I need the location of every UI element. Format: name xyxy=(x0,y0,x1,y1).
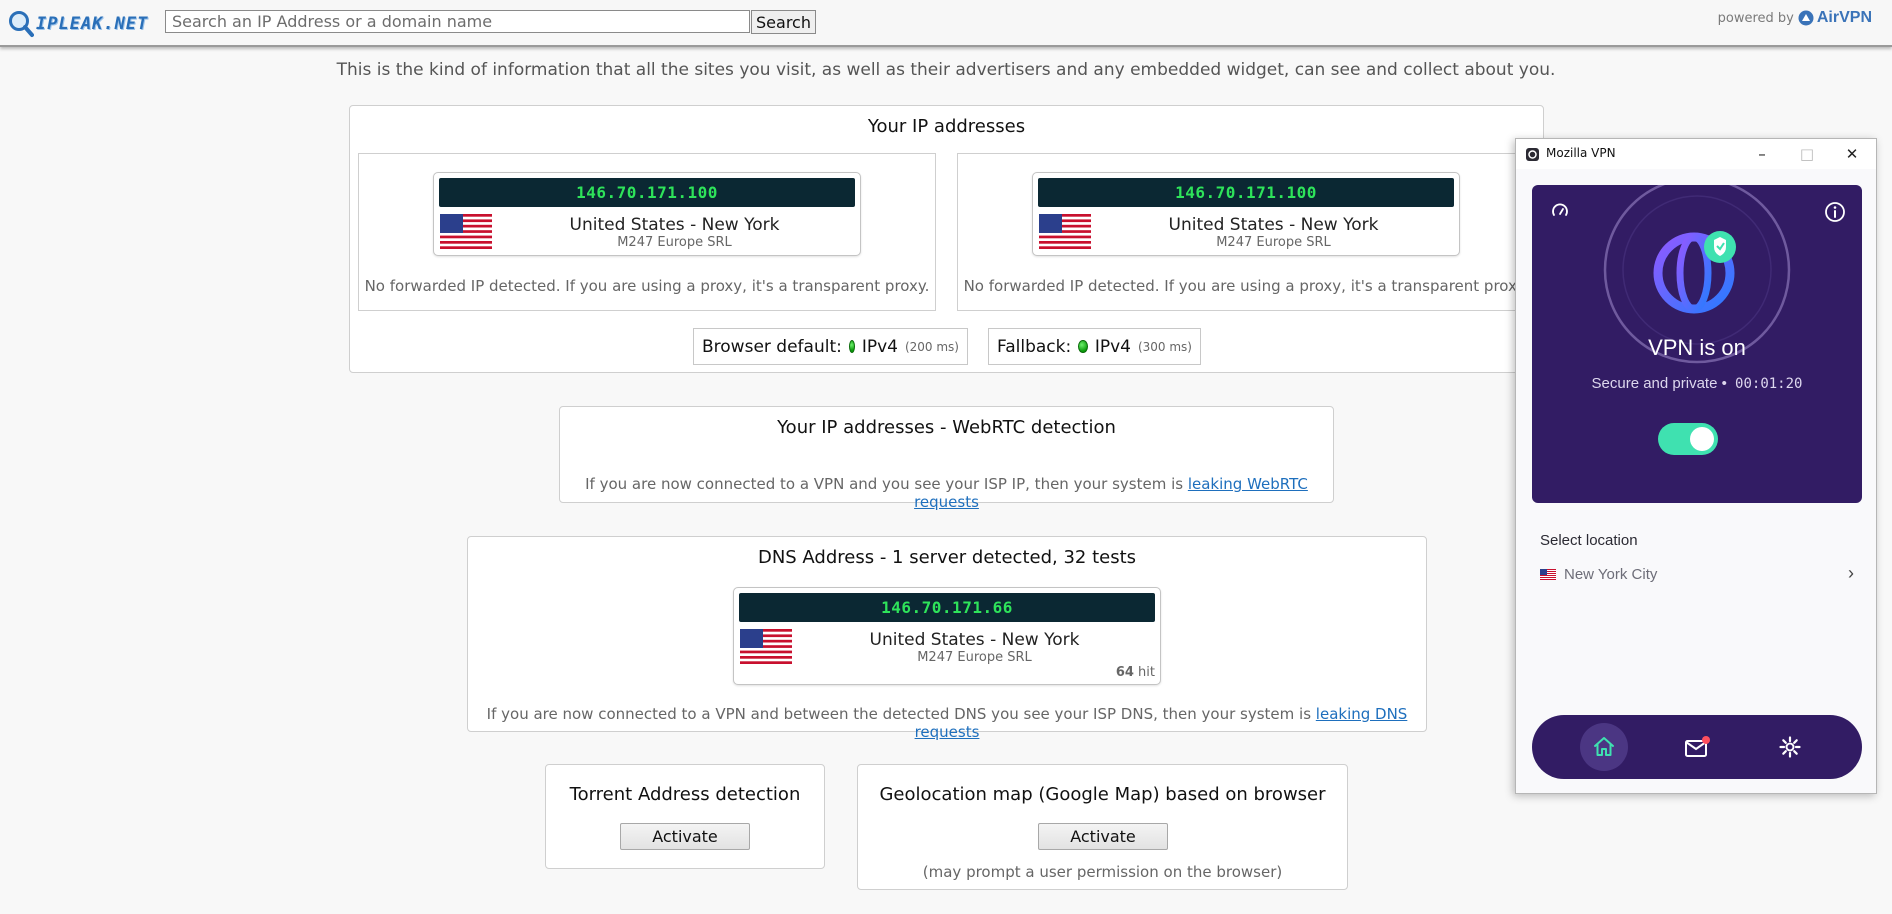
fallback-ms: (300 ms) xyxy=(1137,339,1192,354)
dns-hits-count: 64 xyxy=(1115,665,1134,680)
ip-location: United States - New York xyxy=(1168,215,1379,235)
nav-home-button[interactable] xyxy=(1580,723,1628,771)
site-header: IPLEAK.NET Search powered by AirVPN xyxy=(0,0,1892,47)
us-flag-icon xyxy=(440,214,492,249)
powered-by-label: powered by xyxy=(1717,10,1794,26)
browser-default-label: Browser default: xyxy=(702,336,842,357)
geolocation-note: (may prompt a user permission on the bro… xyxy=(922,863,1283,881)
ip-address[interactable]: 146.70.171.100 xyxy=(439,178,855,207)
ip-addresses-title: Your IP addresses xyxy=(867,116,1026,137)
webrtc-note: If you are now connected to a VPN and yo… xyxy=(560,475,1333,511)
dns-note-text: If you are now connected to a VPN and be… xyxy=(486,705,1312,723)
webrtc-card: Your IP addresses - WebRTC detection If … xyxy=(559,406,1334,511)
selected-location-name: New York City xyxy=(1564,565,1658,583)
vpn-globe-icon xyxy=(1653,231,1736,314)
webrtc-title: Your IP addresses - WebRTC detection xyxy=(777,417,1116,438)
close-icon[interactable]: ✕ xyxy=(1841,143,1863,165)
select-location-label: Select location xyxy=(1540,532,1638,549)
ip-addresses-card: Your IP addresses 146.70.171.100 United … xyxy=(349,105,1544,373)
forwarded-ip-note: No forwarded IP detected. If you are usi… xyxy=(963,277,1529,295)
dns-hits: 64 hit xyxy=(1116,665,1155,680)
dns-card: DNS Address - 1 server detected, 32 test… xyxy=(467,536,1427,741)
ip-box: 146.70.171.100 United States - New York … xyxy=(433,172,861,256)
browser-default-proto: IPv4 xyxy=(861,336,898,357)
browser-default-ms: (200 ms) xyxy=(904,339,959,354)
ip-box: 146.70.171.100 United States - New York … xyxy=(1032,172,1460,256)
minimize-icon[interactable]: – xyxy=(1751,143,1773,165)
torrent-card: Torrent Address detection Activate xyxy=(545,764,825,869)
connection-speed-icon[interactable] xyxy=(1550,201,1570,221)
magnifier-logo-icon xyxy=(9,11,34,37)
ip-location: United States - New York xyxy=(569,215,780,235)
forwarded-ip-note: No forwarded IP detected. If you are usi… xyxy=(364,277,930,295)
airvpn-label: AirVPN xyxy=(1816,9,1872,26)
mozilla-vpn-window: Mozilla VPN – □ ✕ VPN is on Secure and p… xyxy=(1515,138,1877,794)
geolocation-title: Geolocation map (Google Map) based on br… xyxy=(879,784,1326,805)
powered-by: powered by AirVPN xyxy=(1718,9,1872,27)
mail-icon xyxy=(1685,736,1710,757)
intro-text: This is the kind of information that all… xyxy=(336,60,1556,80)
vpn-timer: 00:01:20 xyxy=(1735,376,1803,392)
vpn-titlebar[interactable]: Mozilla VPN – □ ✕ xyxy=(1516,139,1876,169)
chevron-right-icon: › xyxy=(1848,563,1854,583)
nav-settings-button[interactable] xyxy=(1766,723,1814,771)
dns-note: If you are now connected to a VPN and be… xyxy=(468,705,1426,741)
location-selector[interactable]: New York City › xyxy=(1540,563,1860,585)
ip-entry-panel: 146.70.171.100 United States - New York … xyxy=(358,153,936,311)
site-logo[interactable]: IPLEAK.NET xyxy=(8,9,148,39)
maximize-icon[interactable]: □ xyxy=(1796,143,1818,165)
dns-ip-box: 146.70.171.66 United States - New York M… xyxy=(733,587,1161,685)
us-flag-icon xyxy=(1039,214,1091,249)
home-icon xyxy=(1594,737,1614,756)
dns-ip-address[interactable]: 146.70.171.66 xyxy=(739,593,1155,622)
info-icon[interactable] xyxy=(1824,201,1846,223)
dns-title: DNS Address - 1 server detected, 32 test… xyxy=(757,547,1137,568)
nav-messages-button[interactable] xyxy=(1673,723,1721,771)
ip-isp: M247 Europe SRL xyxy=(1216,235,1331,250)
us-flag-icon xyxy=(740,629,792,664)
vpn-secure-text: Secure and private • xyxy=(1591,375,1727,392)
fallback-protocol: Fallback: IPv4 (300 ms) xyxy=(988,328,1201,365)
status-ok-icon xyxy=(1078,340,1088,353)
airvpn-brand[interactable]: AirVPN xyxy=(1798,9,1872,27)
status-ok-icon xyxy=(848,340,855,353)
torrent-activate-button[interactable]: Activate xyxy=(620,823,750,850)
geolocation-card: Geolocation map (Google Map) based on br… xyxy=(857,764,1348,890)
airvpn-logo-icon xyxy=(1798,10,1814,26)
us-flag-icon xyxy=(1540,568,1556,580)
search-input[interactable] xyxy=(165,10,750,33)
ip-isp: M247 Europe SRL xyxy=(617,235,732,250)
ip-entry-panel: 146.70.171.100 United States - New York … xyxy=(957,153,1535,311)
mozilla-vpn-app-icon xyxy=(1526,148,1539,161)
gear-icon xyxy=(1779,736,1801,758)
browser-default-protocol: Browser default: IPv4 (200 ms) xyxy=(693,328,968,365)
torrent-title: Torrent Address detection xyxy=(569,784,801,805)
vpn-status-text: VPN is on xyxy=(1648,335,1746,360)
logo-text: IPLEAK.NET xyxy=(36,14,149,34)
dns-location: United States - New York xyxy=(869,630,1080,650)
fallback-proto: IPv4 xyxy=(1094,336,1131,357)
dns-isp: M247 Europe SRL xyxy=(917,650,1032,665)
webrtc-note-text: If you are now connected to a VPN and yo… xyxy=(585,475,1184,493)
vpn-bottom-nav xyxy=(1532,715,1862,779)
ip-address[interactable]: 146.70.171.100 xyxy=(1038,178,1454,207)
geolocation-activate-button[interactable]: Activate xyxy=(1038,823,1168,850)
vpn-status-panel: VPN is on Secure and private • 00:01:20 xyxy=(1532,185,1862,503)
vpn-window-title: Mozilla VPN xyxy=(1546,146,1616,160)
vpn-toggle[interactable] xyxy=(1658,423,1718,455)
fallback-label: Fallback: xyxy=(997,336,1072,357)
vpn-toggle-knob xyxy=(1690,427,1714,451)
dns-hits-label: hit xyxy=(1138,665,1155,680)
search-button[interactable]: Search xyxy=(751,10,816,34)
vpn-status-subtitle: Secure and private • 00:01:20 xyxy=(1532,375,1862,392)
